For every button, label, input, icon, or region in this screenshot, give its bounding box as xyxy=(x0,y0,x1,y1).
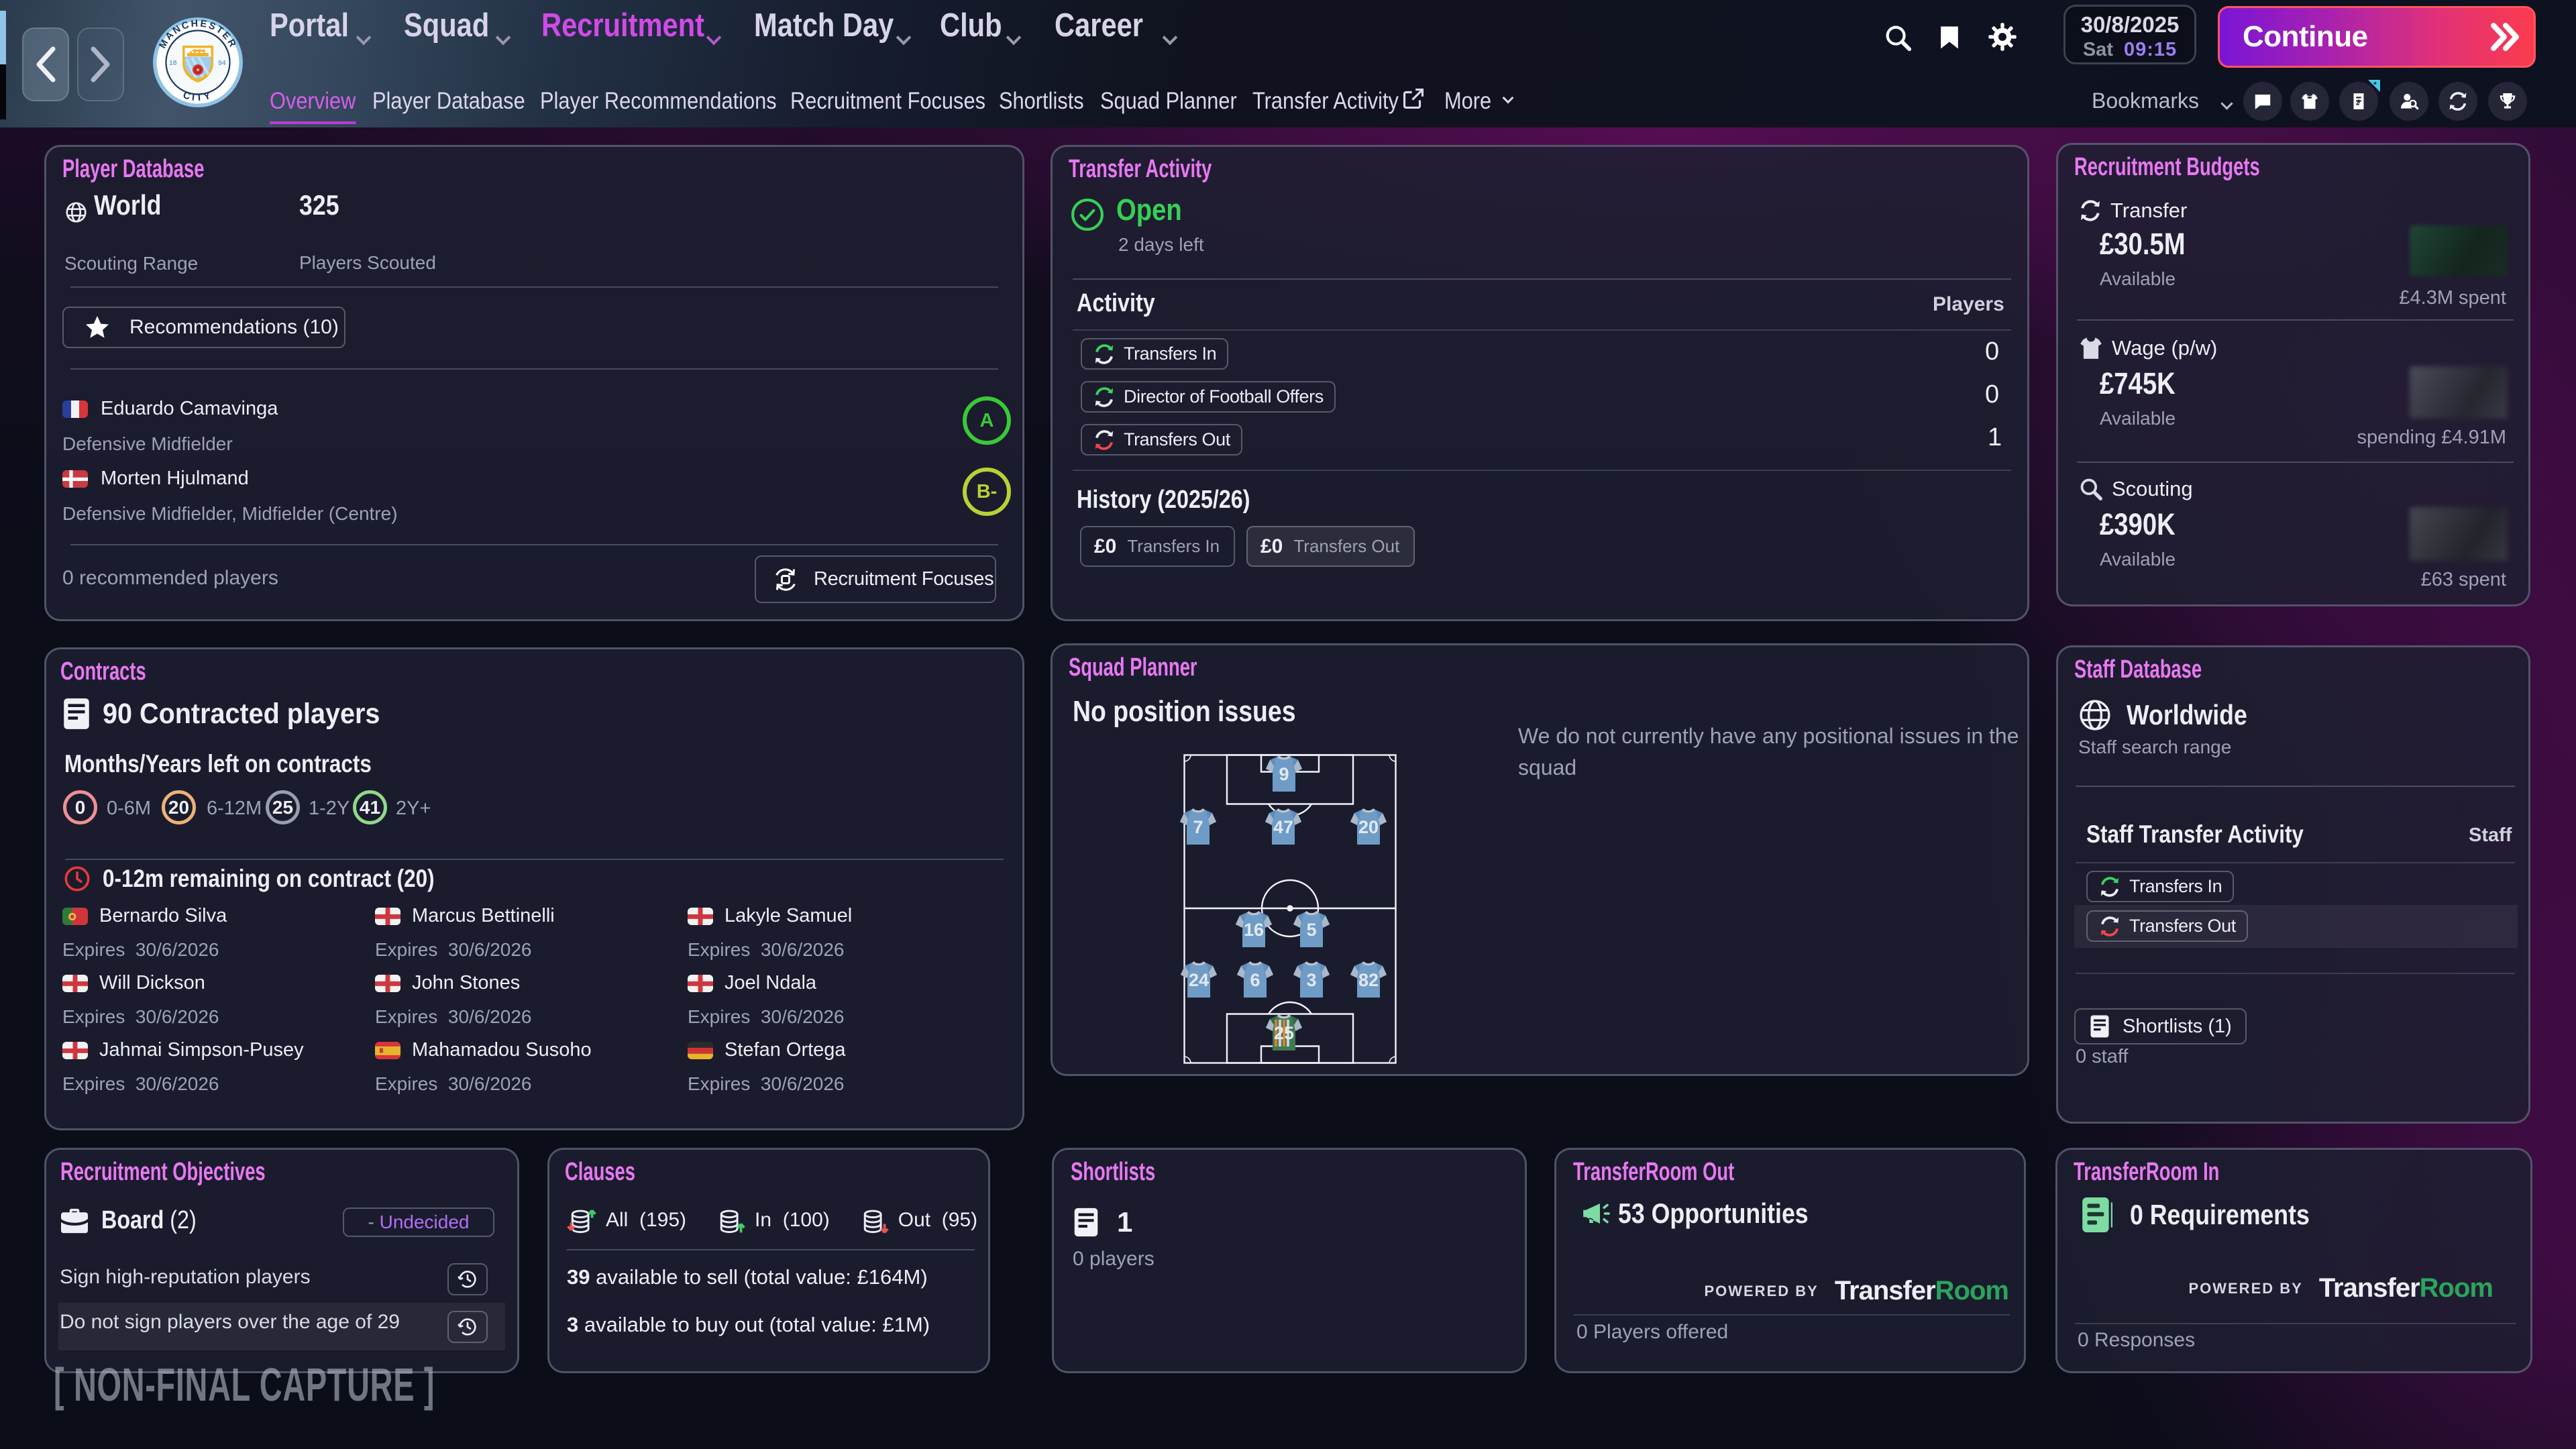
svg-text:3: 3 xyxy=(1306,970,1316,990)
svg-text:16: 16 xyxy=(1244,920,1264,940)
svg-text:5: 5 xyxy=(1306,920,1316,940)
svg-text:94: 94 xyxy=(218,59,226,67)
svg-text:25: 25 xyxy=(1274,1023,1294,1043)
svg-text:7: 7 xyxy=(1193,817,1203,837)
svg-text:20: 20 xyxy=(1358,817,1379,837)
svg-text:24: 24 xyxy=(1189,970,1209,990)
svg-text:9: 9 xyxy=(1279,764,1289,784)
svg-text:82: 82 xyxy=(1358,970,1379,990)
svg-text:18: 18 xyxy=(169,59,177,67)
svg-text:47: 47 xyxy=(1273,817,1293,837)
svg-text:6: 6 xyxy=(1250,970,1260,990)
